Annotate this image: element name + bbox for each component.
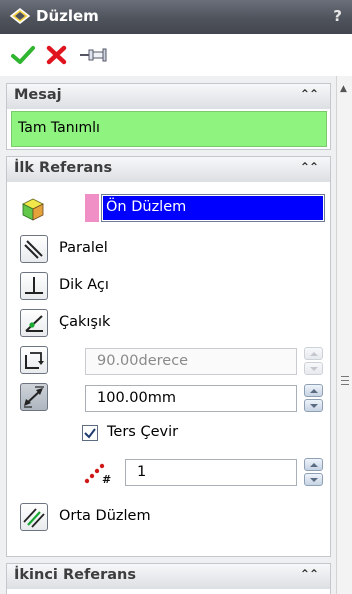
spin-up-button[interactable] [304,347,323,360]
spin-up-button[interactable] [304,384,323,397]
status-message: Tam Tanımlı [11,111,327,147]
angle-button[interactable] [20,346,48,374]
instance-count-row: # 1 [15,457,325,486]
x-icon[interactable] [44,44,70,66]
option-label: Dik Açı [59,277,109,293]
spin-up-button[interactable] [304,458,323,471]
parallel-icon [24,240,43,259]
message-section: Mesaj ⌃⌃ Tam Tanımlı [6,83,331,150]
selected-reference[interactable]: Ön Düzlem [103,196,323,220]
perpendicular-icon [25,277,43,294]
spin-down-button[interactable] [304,399,323,412]
reference-cube-icon [20,196,46,226]
status-message-text: Tam Tanımlı [18,120,100,136]
second-reference-section: İkinci Referans ⌃⌃ [6,563,331,594]
instance-count-input[interactable]: 1 [125,459,297,486]
property-toolbar [0,34,352,76]
spin-down-button[interactable] [304,473,323,486]
plane-icon [9,6,31,30]
spin-down-button[interactable] [304,362,323,375]
mid-plane-button[interactable] [20,503,48,531]
distance-input[interactable]: 100.00mm [85,385,297,412]
distance-button[interactable] [20,383,48,411]
first-reference-section: İlk Referans ⌃⌃ Ön Düzlem Paralel Dik Aç… [6,156,331,557]
mid-plane-icon [23,508,45,528]
vertical-scrollbar[interactable]: ▲ [336,76,352,594]
option-row-perpendicular: Dik Açı [15,272,325,300]
distance-spinner[interactable] [304,384,323,412]
distance-row: 100.00mm [15,383,325,412]
instance-count-icon: # [83,461,113,489]
section-title: Mesaj [14,87,62,103]
reference-selection-box[interactable]: Ön Düzlem [101,194,325,222]
window-title: Düzlem [36,7,99,25]
option-row-coincident: Çakışık [15,309,325,337]
coincident-icon [25,315,43,332]
checkmark-icon[interactable] [10,44,36,66]
coincident-button[interactable] [20,309,48,337]
option-row-parallel: Paralel [15,235,325,263]
svg-text:#: # [102,473,111,485]
option-label: Çakışık [59,314,111,330]
second-reference-header[interactable]: İkinci Referans ⌃⌃ [7,564,330,589]
scroll-grip[interactable] [341,376,349,385]
parallel-button[interactable] [20,235,48,263]
collapse-icon[interactable]: ⌃⌃ [300,160,319,174]
flip-checkbox[interactable] [82,425,98,441]
pushpin-icon[interactable] [78,44,107,66]
message-section-header[interactable]: Mesaj ⌃⌃ [7,84,330,109]
property-panel: Mesaj ⌃⌃ Tam Tanımlı İlk Referans ⌃⌃ Ön … [0,76,336,594]
first-reference-header[interactable]: İlk Referans ⌃⌃ [7,157,330,182]
collapse-icon[interactable]: ⌃⌃ [300,87,319,101]
title-bar: Düzlem ? [0,0,352,34]
angle-input[interactable]: 90.00derece [85,348,297,375]
distance-icon [24,386,44,408]
angle-row: 90.00derece [15,346,325,375]
mid-plane-row: Orta Düzlem [15,503,325,531]
flip-row: Ters Çevir [15,421,325,449]
count-spinner[interactable] [304,458,323,486]
angle-icon [25,352,44,369]
help-button[interactable]: ? [333,7,342,25]
section-title: İkinci Referans [14,567,136,583]
collapse-icon[interactable]: ⌃⌃ [300,567,319,581]
selection-color-swatch [85,194,99,222]
angle-spinner[interactable] [304,347,323,375]
perpendicular-button[interactable] [20,272,48,300]
flip-label: Ters Çevir [107,424,179,440]
section-title: İlk Referans [14,160,113,176]
checkmark-icon [84,428,96,439]
reference-selection-row: Ön Düzlem [15,194,325,222]
mid-plane-label: Orta Düzlem [59,508,151,524]
option-label: Paralel [59,240,108,256]
scroll-up-icon[interactable]: ▲ [340,84,347,94]
